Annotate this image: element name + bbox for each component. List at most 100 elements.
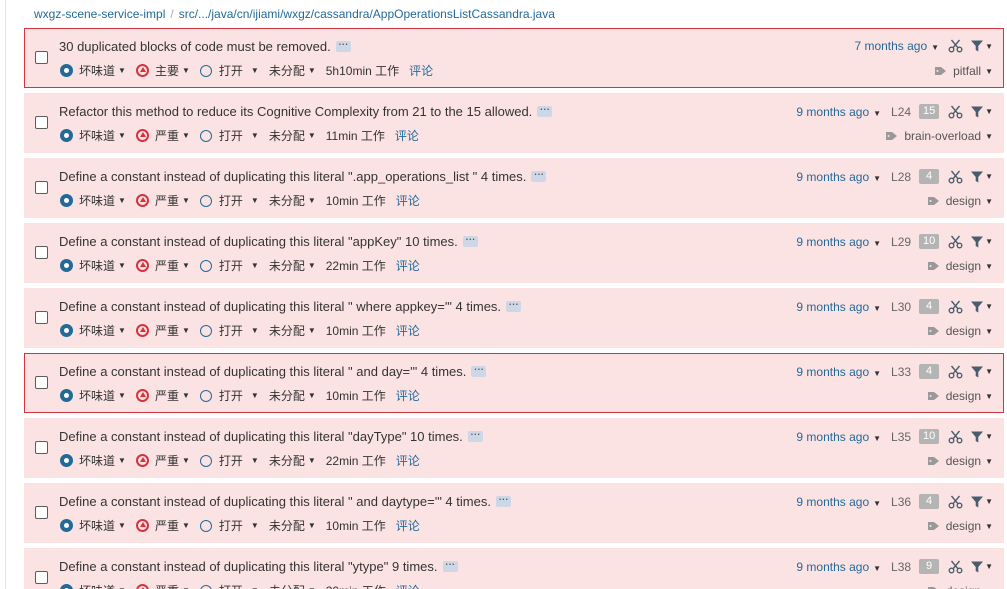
line-number-link[interactable]: L33 [891, 365, 911, 379]
issue-message[interactable]: Define a constant instead of duplicating… [59, 429, 463, 444]
assignee-dropdown[interactable]: 未分配▼ [269, 127, 316, 144]
tags-dropdown[interactable]: brain-overload ▼ [886, 129, 993, 143]
assignee-dropdown[interactable]: 未分配▼ [269, 387, 316, 404]
severity-dropdown[interactable]: 严重▼ [135, 387, 190, 404]
filter-dropdown[interactable]: ▼ [971, 171, 993, 183]
filter-dropdown[interactable]: ▼ [971, 106, 993, 118]
more-options-icon[interactable] [495, 491, 511, 507]
filter-dropdown[interactable]: ▼ [971, 301, 993, 313]
assignee-dropdown[interactable]: 未分配▼ [269, 192, 316, 209]
status-dropdown[interactable]: 打开▼ [199, 582, 259, 589]
issue-row[interactable]: Define a constant instead of duplicating… [24, 418, 1004, 478]
status-dropdown[interactable]: 打开▼ [199, 517, 259, 534]
more-options-icon[interactable] [467, 426, 483, 442]
line-number-link[interactable]: L29 [891, 235, 911, 249]
similar-issues-icon[interactable] [948, 105, 963, 119]
tags-dropdown[interactable]: design▼ [927, 324, 993, 338]
issue-checkbox[interactable] [35, 376, 48, 389]
comment-link[interactable]: 评论 [395, 127, 419, 144]
tags-dropdown[interactable]: pitfall ▼ [935, 64, 993, 78]
assignee-dropdown[interactable]: 未分配▼ [269, 452, 316, 469]
status-dropdown[interactable]: 打开▼ [199, 192, 259, 209]
line-number-link[interactable]: L30 [891, 300, 911, 314]
issue-message[interactable]: Define a constant instead of duplicating… [59, 494, 491, 509]
age-dropdown[interactable]: 9 months ago ▼ [796, 495, 881, 509]
age-dropdown[interactable]: 9 months ago ▼ [796, 365, 881, 379]
more-options-icon[interactable] [506, 296, 522, 312]
assignee-dropdown[interactable]: 未分配▼ [269, 517, 316, 534]
filter-dropdown[interactable]: ▼ [971, 561, 993, 573]
assignee-dropdown[interactable]: 未分配▼ [269, 62, 316, 79]
type-dropdown[interactable]: 坏味道▼ [60, 452, 126, 469]
comment-link[interactable]: 评论 [396, 387, 420, 404]
more-options-icon[interactable] [335, 36, 351, 52]
issue-row[interactable]: Define a constant instead of duplicating… [24, 483, 1004, 543]
age-dropdown[interactable]: 9 months ago ▼ [796, 235, 881, 249]
filter-dropdown[interactable]: ▼ [971, 366, 993, 378]
issue-row[interactable]: Define a constant instead of duplicating… [24, 288, 1004, 348]
status-dropdown[interactable]: 打开▼ [199, 387, 259, 404]
issue-row[interactable]: Define a constant instead of duplicating… [24, 223, 1004, 283]
similar-issues-icon[interactable] [948, 39, 963, 53]
status-dropdown[interactable]: 打开▼ [199, 452, 259, 469]
status-dropdown[interactable]: 打开▼ [199, 322, 259, 339]
status-dropdown[interactable]: 打开▼ [199, 127, 259, 144]
more-options-icon[interactable] [442, 556, 458, 572]
severity-dropdown[interactable]: 严重▼ [135, 192, 190, 209]
issue-checkbox[interactable] [35, 441, 48, 454]
issue-checkbox[interactable] [35, 506, 48, 519]
similar-issues-icon[interactable] [948, 170, 963, 184]
line-number-link[interactable]: L36 [891, 495, 911, 509]
type-dropdown[interactable]: 坏味道▼ [60, 582, 126, 589]
issue-checkbox[interactable] [35, 181, 48, 194]
severity-dropdown[interactable]: 主要 ▼ [135, 62, 190, 79]
more-options-icon[interactable] [531, 166, 547, 182]
tags-dropdown[interactable]: design▼ [927, 519, 993, 533]
age-dropdown[interactable]: 9 months ago ▼ [796, 105, 881, 119]
issue-message[interactable]: Define a constant instead of duplicating… [59, 364, 466, 379]
issue-checkbox[interactable] [35, 571, 48, 584]
assignee-dropdown[interactable]: 未分配▼ [269, 322, 316, 339]
assignee-dropdown[interactable]: 未分配▼ [269, 582, 316, 589]
similar-issues-icon[interactable] [948, 430, 963, 444]
type-dropdown[interactable]: 坏味道▼ [60, 192, 126, 209]
line-number-link[interactable]: L24 [891, 105, 911, 119]
severity-dropdown[interactable]: 严重▼ [135, 452, 190, 469]
filter-dropdown[interactable]: ▼ [971, 40, 993, 52]
comment-link[interactable]: 评论 [396, 257, 420, 274]
issue-row[interactable]: 30 duplicated blocks of code must be rem… [24, 28, 1004, 88]
tags-dropdown[interactable]: design▼ [927, 194, 993, 208]
comment-link[interactable]: 评论 [396, 322, 420, 339]
comment-link[interactable]: 评论 [409, 62, 433, 79]
type-dropdown[interactable]: 坏味道▼ [60, 257, 126, 274]
similar-issues-icon[interactable] [948, 365, 963, 379]
issue-message[interactable]: Define a constant instead of duplicating… [59, 559, 438, 574]
issue-checkbox[interactable] [35, 246, 48, 259]
status-dropdown[interactable]: 打开▼ [199, 62, 259, 79]
similar-issues-icon[interactable] [948, 560, 963, 574]
type-dropdown[interactable]: 坏味道▼ [60, 517, 126, 534]
type-dropdown[interactable]: 坏味道▼ [60, 62, 126, 79]
breadcrumb-module-link[interactable]: wxgz-scene-service-impl [34, 7, 165, 21]
issue-row[interactable]: Define a constant instead of duplicating… [24, 353, 1004, 413]
issue-checkbox[interactable] [35, 51, 48, 64]
age-dropdown[interactable]: 9 months ago ▼ [796, 560, 881, 574]
similar-issues-icon[interactable] [948, 235, 963, 249]
age-dropdown[interactable]: 9 months ago ▼ [796, 430, 881, 444]
comment-link[interactable]: 评论 [396, 452, 420, 469]
tags-dropdown[interactable]: design▼ [927, 259, 993, 273]
line-number-link[interactable]: L28 [891, 170, 911, 184]
tags-dropdown[interactable]: design▼ [927, 389, 993, 403]
severity-dropdown[interactable]: 严重▼ [135, 257, 190, 274]
type-dropdown[interactable]: 坏味道▼ [60, 387, 126, 404]
tags-dropdown[interactable]: design▼ [927, 584, 993, 589]
issue-message[interactable]: 30 duplicated blocks of code must be rem… [59, 39, 331, 54]
more-options-icon[interactable] [537, 101, 553, 117]
type-dropdown[interactable]: 坏味道▼ [60, 322, 126, 339]
filter-dropdown[interactable]: ▼ [971, 496, 993, 508]
tags-dropdown[interactable]: design▼ [927, 454, 993, 468]
assignee-dropdown[interactable]: 未分配▼ [269, 257, 316, 274]
age-dropdown[interactable]: 9 months ago ▼ [796, 300, 881, 314]
severity-dropdown[interactable]: 严重▼ [135, 127, 190, 144]
age-dropdown[interactable]: 9 months ago ▼ [796, 170, 881, 184]
